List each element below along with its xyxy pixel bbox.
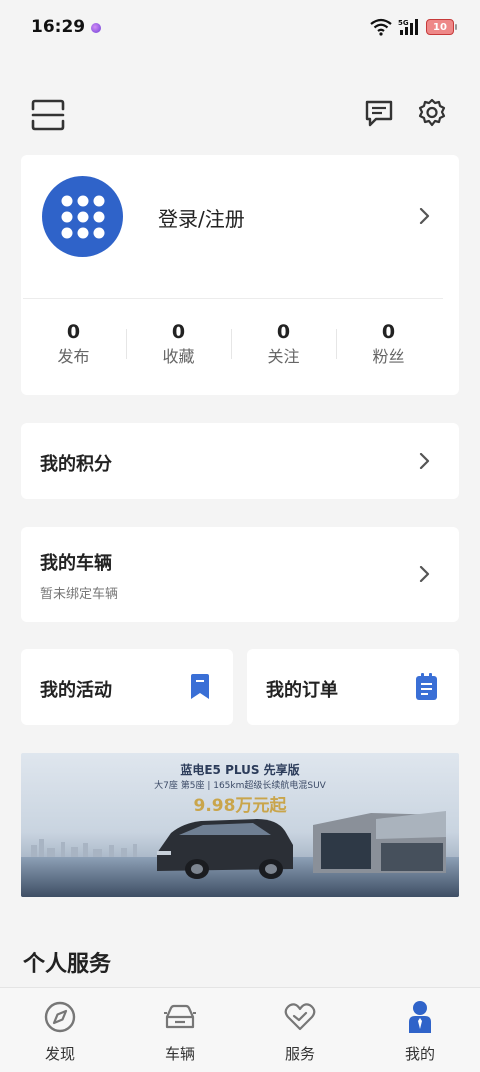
tab-discover[interactable]: 发现	[0, 988, 120, 1072]
wifi-icon	[370, 18, 392, 36]
my-points-card[interactable]: 我的积分	[21, 423, 459, 499]
app-notification-dot	[91, 23, 101, 33]
grid-dots-icon	[61, 195, 105, 239]
promo-banner[interactable]: 蓝电E5 PLUS 先享版 大7座 第5座 | 165km超级长续航电混SUV …	[21, 753, 459, 897]
car-icon	[164, 1004, 196, 1029]
my-orders-card[interactable]: 我的订单	[247, 649, 459, 725]
chevron-right-icon	[419, 453, 430, 469]
top-actions	[0, 96, 480, 136]
chevron-right-icon	[419, 566, 430, 582]
tab-mine[interactable]: 我的	[360, 988, 480, 1072]
avatar[interactable]	[42, 176, 123, 257]
battery-level: 10	[433, 21, 447, 33]
banner-subtitle: 大7座 第5座 | 165km超级长续航电混SUV	[154, 781, 326, 791]
stat-value: 0	[276, 321, 291, 343]
my-activities-card[interactable]: 我的活动	[21, 649, 233, 725]
stat-label: 关注	[267, 347, 300, 366]
chevron-right-icon[interactable]	[417, 208, 433, 224]
battery-icon: 10	[426, 19, 457, 35]
person-icon	[409, 1001, 431, 1033]
my-orders-title: 我的订单	[266, 680, 338, 701]
my-points-title: 我的积分	[40, 454, 112, 475]
tab-label: 服务	[284, 1045, 315, 1063]
profile-card: 登录/注册 0 发布 0 收藏 0 关注 0 粉丝	[21, 155, 459, 395]
tab-label: 车辆	[164, 1045, 195, 1063]
message-icon[interactable]	[364, 98, 394, 128]
divider	[23, 298, 443, 299]
compass-icon	[44, 1001, 76, 1033]
stat-posts[interactable]: 0 发布	[21, 319, 126, 369]
signal-icon: 5G	[398, 19, 418, 35]
login-register-link[interactable]: 登录/注册	[158, 203, 245, 232]
stat-favorites[interactable]: 0 收藏	[126, 319, 231, 369]
personal-services-heading: 个人服务	[23, 952, 112, 977]
my-activities-title: 我的活动	[40, 680, 112, 701]
svg-text:5G: 5G	[398, 19, 409, 27]
stat-fans[interactable]: 0 粉丝	[336, 319, 441, 369]
banner-price: 9.98万元起	[193, 796, 287, 816]
stat-following[interactable]: 0 关注	[231, 319, 336, 369]
profile-stats: 0 发布 0 收藏 0 关注 0 粉丝	[21, 319, 441, 369]
banner-title: 蓝电E5 PLUS 先享版	[180, 763, 300, 777]
bookmark-icon	[191, 674, 209, 699]
stat-value: 0	[381, 321, 396, 343]
my-vehicles-title: 我的车辆	[40, 553, 112, 574]
my-vehicles-subtitle: 暂未绑定车辆	[40, 587, 119, 602]
heart-check-icon	[284, 1003, 316, 1031]
tab-label: 我的	[404, 1045, 435, 1063]
status-time: 16:29	[31, 17, 86, 37]
stat-label: 发布	[57, 347, 90, 366]
stat-label: 粉丝	[372, 347, 405, 366]
stat-label: 收藏	[162, 347, 195, 366]
status-right: 5G 10	[370, 18, 457, 36]
tab-vehicle[interactable]: 车辆	[120, 988, 240, 1072]
tab-label: 发现	[44, 1045, 75, 1063]
tab-service[interactable]: 服务	[240, 988, 360, 1072]
stat-value: 0	[66, 321, 81, 343]
my-vehicles-card[interactable]: 我的车辆 暂未绑定车辆	[21, 527, 459, 622]
bottom-tab-bar: 发现 车辆 服务 我的	[0, 987, 480, 1072]
clipboard-icon	[416, 673, 437, 700]
status-bar: 16:29 5G 10	[0, 0, 480, 56]
scan-icon[interactable]	[30, 98, 66, 132]
stat-value: 0	[171, 321, 186, 343]
gear-icon[interactable]	[417, 98, 447, 128]
